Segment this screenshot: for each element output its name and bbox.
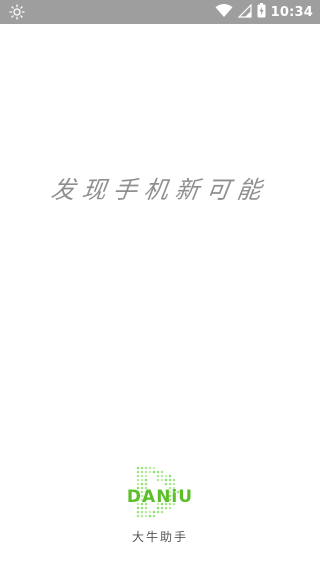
wifi-icon	[215, 3, 233, 22]
logo-dot	[136, 466, 140, 470]
logo-dot	[168, 474, 172, 478]
logo-dot	[160, 474, 164, 478]
logo-dot	[156, 506, 160, 510]
splash-slogan: 发现手机新可能	[49, 176, 271, 204]
brand-caption: 大牛助手	[131, 530, 188, 544]
logo-dot	[140, 470, 144, 474]
logo-dot	[152, 510, 156, 514]
logo-dot	[152, 514, 156, 518]
logo-dot	[144, 506, 148, 510]
status-bar: 10:34	[0, 0, 320, 24]
splash-screen: 10:34 发现手机新可能 DANiU 大牛助手	[0, 0, 320, 568]
logo-dot	[156, 470, 160, 474]
logo-dot	[148, 514, 152, 518]
logo-dot	[140, 474, 144, 478]
logo-dot	[136, 474, 140, 478]
logo-dot	[164, 506, 168, 510]
logo-dot	[136, 506, 140, 510]
logo-dot	[148, 466, 152, 470]
logo-dot	[168, 482, 172, 486]
logo-dot	[144, 514, 148, 518]
status-time: 10:34	[270, 4, 313, 20]
logo-dot	[156, 510, 160, 514]
logo-dot	[140, 482, 144, 486]
logo-dot	[156, 474, 160, 478]
logo-dot	[136, 510, 140, 514]
logo-dot	[144, 466, 148, 470]
brand-logo-block: DANiU 大牛助手	[110, 466, 210, 546]
logo-dot	[140, 466, 144, 470]
logo-dot	[160, 478, 164, 482]
signal-icon	[237, 3, 252, 22]
logo-dot	[148, 470, 152, 474]
logo-dot	[144, 478, 148, 482]
logo-dot	[144, 470, 148, 474]
logo-dot	[156, 478, 160, 482]
logo-dot	[172, 478, 176, 482]
brightness-icon	[9, 4, 25, 20]
logo-dot	[160, 506, 164, 510]
logo-dot	[168, 478, 172, 482]
logo-dot	[140, 478, 144, 482]
logo-dot	[152, 466, 156, 470]
logo-dot	[144, 510, 148, 514]
logo-dot	[136, 470, 140, 474]
logo-dot	[172, 482, 176, 486]
logo-dot	[140, 506, 144, 510]
logo-dot	[140, 514, 144, 518]
logo-dot	[164, 482, 168, 486]
brand-wordmark: DANiU	[126, 487, 194, 507]
logo-dot	[144, 474, 148, 478]
logo-dot	[160, 470, 164, 474]
logo-dot	[144, 482, 148, 486]
logo-dot	[136, 514, 140, 518]
logo-dot	[168, 506, 172, 510]
logo-dot	[164, 474, 168, 478]
logo-dot	[160, 510, 164, 514]
logo-dot	[148, 510, 152, 514]
status-icons: 10:34	[215, 0, 313, 24]
logo-dot	[140, 510, 144, 514]
logo-dot	[152, 470, 156, 474]
logo-dot	[164, 478, 168, 482]
logo-dot	[136, 478, 140, 482]
logo-dot	[136, 482, 140, 486]
battery-icon	[257, 2, 266, 22]
